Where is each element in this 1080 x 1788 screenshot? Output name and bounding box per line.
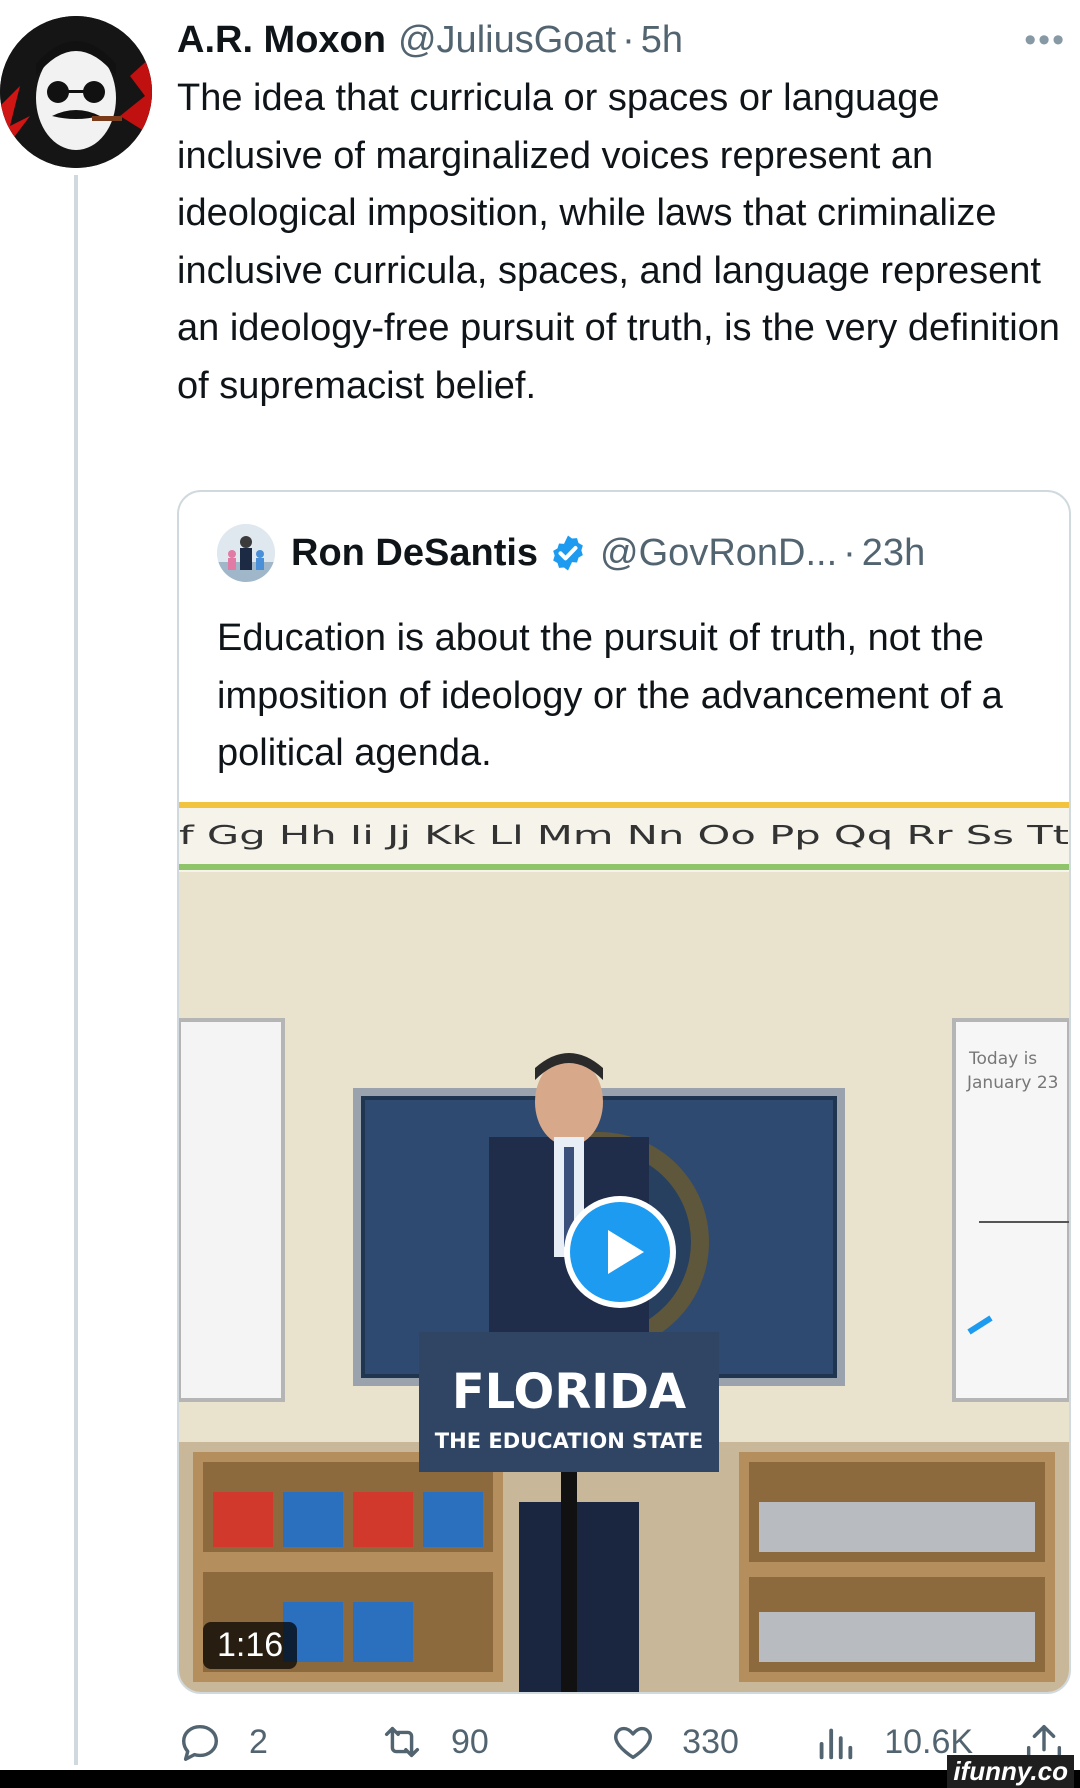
podium-text-tagline: THE EDUCATION STATE xyxy=(435,1429,703,1453)
thread-line xyxy=(74,175,78,1765)
quoted-tweet-header: Ron DeSantis @GovRonD... · 23h xyxy=(217,524,925,582)
heart-icon xyxy=(614,1726,653,1760)
reply-icon xyxy=(181,1724,219,1761)
retweet-icon xyxy=(384,1726,420,1758)
reply-count: 2 xyxy=(249,1722,268,1761)
podium-text-florida: FLORIDA xyxy=(452,1364,686,1420)
like-button[interactable]: 330 xyxy=(610,1719,812,1765)
tweet-timestamp[interactable]: 5h xyxy=(641,19,683,62)
whiteboard-text-date: Today is xyxy=(968,1049,1037,1069)
views-icon xyxy=(819,1728,853,1760)
like-count: 330 xyxy=(682,1722,739,1761)
watermark: ifunny.co xyxy=(947,1755,1074,1788)
separator-dot: · xyxy=(843,531,856,574)
more-options-icon[interactable]: ••• xyxy=(1024,21,1066,60)
quoted-author-handle[interactable]: @GovRonD... xyxy=(600,532,837,575)
author-name[interactable]: A.R. Moxon xyxy=(177,19,386,62)
footer-bar xyxy=(0,1770,1080,1788)
quoted-tweet-timestamp[interactable]: 23h xyxy=(862,532,925,575)
quoted-tweet-text: Education is about the pursuit of truth,… xyxy=(217,617,1003,774)
retweet-count: 90 xyxy=(451,1722,489,1761)
quoted-author-avatar[interactable] xyxy=(217,524,275,582)
whiteboard-text-month: January 23 xyxy=(966,1073,1058,1093)
tweet-text: The idea that curricula or spaces or lan… xyxy=(177,77,1060,407)
alphabet-banner: f Gg Hh Ii Jj Kk Ll Mm Nn Oo Pp Qq Rr Ss… xyxy=(179,821,1069,851)
tweet-header: A.R. Moxon @JuliusGoat · 5h ••• xyxy=(177,10,1066,70)
quoted-avatar-image xyxy=(217,524,275,582)
author-handle[interactable]: @JuliusGoat xyxy=(398,19,616,62)
author-avatar[interactable] xyxy=(0,16,152,168)
play-button-icon[interactable] xyxy=(562,1194,678,1310)
separator-dot: · xyxy=(622,18,635,61)
tweet-actions: 2 90 330 10.6K xyxy=(177,1720,1067,1764)
quoted-tweet[interactable]: Ron DeSantis @GovRonD... · 23h Education… xyxy=(177,490,1071,1694)
quoted-author-name[interactable]: Ron DeSantis xyxy=(291,532,538,575)
video-duration: 1:16 xyxy=(203,1622,298,1669)
reply-button[interactable]: 2 xyxy=(177,1719,379,1765)
retweet-button[interactable]: 90 xyxy=(379,1719,610,1765)
avatar-image xyxy=(0,16,152,168)
verified-badge-icon xyxy=(553,535,583,571)
video-thumbnail[interactable]: f Gg Hh Ii Jj Kk Ll Mm Nn Oo Pp Qq Rr Ss… xyxy=(179,802,1069,1692)
